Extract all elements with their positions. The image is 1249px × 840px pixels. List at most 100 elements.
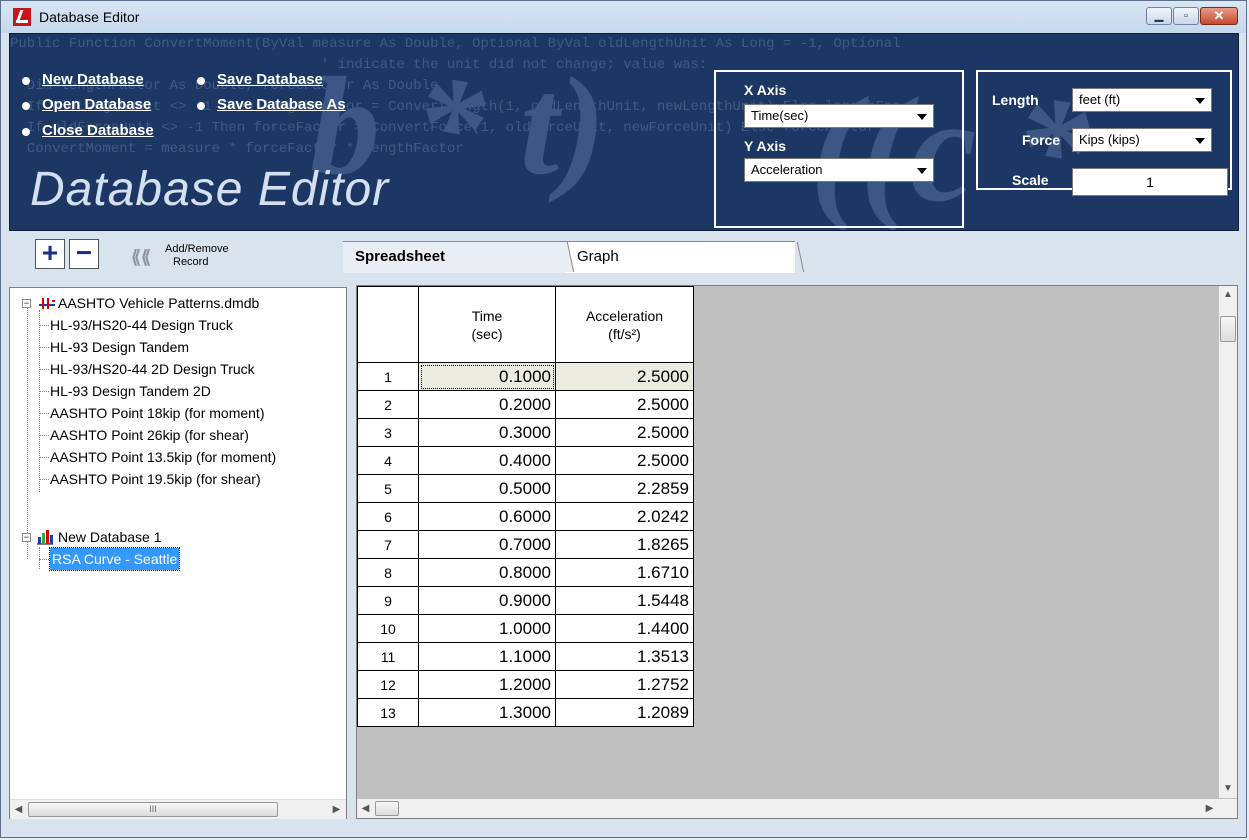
row-header[interactable]: 5 — [357, 474, 419, 503]
open-database-link[interactable]: Open Database — [20, 96, 151, 113]
y-axis-dropdown[interactable]: Acceleration — [744, 158, 934, 182]
table-row: 7 0.7000 1.8265 — [357, 530, 694, 559]
tree-connector — [39, 435, 49, 436]
tree-horizontal-scrollbar[interactable]: ◀ III ▶ — [10, 799, 346, 819]
scrollbar-thumb[interactable] — [1220, 316, 1236, 342]
scroll-left-icon[interactable]: ◀ — [357, 799, 374, 818]
scroll-right-icon[interactable]: ▶ — [328, 800, 345, 819]
row-header[interactable]: 7 — [357, 530, 419, 559]
tree-item-label: HL-93 Design Tandem 2D — [50, 383, 211, 399]
grid-horizontal-scrollbar[interactable]: ◀ ▶ — [357, 799, 1237, 818]
tree-connector — [39, 369, 49, 370]
collapse-icon: − — [22, 532, 31, 542]
time-cell[interactable]: 0.1000 — [418, 362, 556, 391]
acceleration-cell[interactable]: 2.2859 — [555, 474, 694, 503]
table-row: 2 0.2000 2.5000 — [357, 390, 694, 419]
acceleration-cell[interactable]: 1.5448 — [555, 586, 694, 615]
row-header[interactable]: 4 — [357, 446, 419, 475]
save-database-as-link[interactable]: Save Database As — [195, 96, 346, 113]
row-header[interactable]: 2 — [357, 390, 419, 419]
row-header[interactable]: 3 — [357, 418, 419, 447]
scrollbar-grip: III — [149, 804, 157, 814]
length-unit-dropdown[interactable]: feet (ft) — [1072, 88, 1212, 112]
time-cell[interactable]: 0.9000 — [418, 586, 556, 615]
acceleration-cell[interactable]: 1.3513 — [555, 642, 694, 671]
grid-vertical-scrollbar[interactable]: ▲ ▼ — [1219, 286, 1237, 798]
scroll-right-icon[interactable]: ▶ — [1201, 799, 1218, 818]
acceleration-cell[interactable]: 1.4400 — [555, 614, 694, 643]
database-tree[interactable]: − AASHTO Vehicle Patterns.dmdb HL-93/HS2… — [9, 287, 347, 819]
scrollbar-thumb[interactable]: III — [28, 802, 278, 817]
scale-input[interactable]: 1 — [1072, 168, 1228, 196]
scroll-up-icon[interactable]: ▲ — [1219, 286, 1237, 304]
acceleration-cell[interactable]: 1.2089 — [555, 698, 694, 727]
maximize-button[interactable]: ▫ — [1173, 7, 1199, 25]
new-database-link[interactable]: New Database — [20, 71, 144, 88]
column-header-time[interactable]: Time (sec) — [418, 286, 556, 363]
time-cell[interactable]: 0.5000 — [418, 474, 556, 503]
row-header[interactable]: 12 — [357, 670, 419, 699]
time-cell[interactable]: 0.6000 — [418, 502, 556, 531]
tree-item-aashto-vehicle-patterns[interactable]: − AASHTO Vehicle Patterns.dmdb — [10, 292, 346, 314]
minimize-icon: ▁ — [1154, 10, 1164, 22]
add-remove-label-line: Record — [173, 256, 209, 268]
y-axis-label: Y Axis — [744, 138, 787, 154]
column-header-label: Time — [471, 307, 503, 324]
scroll-down-icon[interactable]: ▼ — [1219, 780, 1237, 798]
tab-spreadsheet[interactable]: Spreadsheet — [343, 241, 565, 273]
corner-cell[interactable] — [357, 286, 419, 363]
time-cell[interactable]: 0.4000 — [418, 446, 556, 475]
header-banner: Public Function ConvertMoment(ByVal meas… — [9, 33, 1239, 231]
time-cell[interactable]: 0.7000 — [418, 530, 556, 559]
scrollbar-thumb[interactable] — [375, 801, 399, 816]
time-cell[interactable]: 0.8000 — [418, 558, 556, 587]
row-header[interactable]: 1 — [357, 362, 419, 391]
time-cell[interactable]: 1.3000 — [418, 698, 556, 727]
table-row: 1 0.1000 2.5000 — [357, 362, 694, 391]
y-axis-selected-value: Acceleration — [751, 162, 823, 177]
remove-record-button[interactable]: − — [69, 239, 99, 269]
tree-connector — [39, 391, 49, 392]
acceleration-cell[interactable]: 2.5000 — [555, 390, 694, 419]
row-header[interactable]: 8 — [357, 558, 419, 587]
row-header[interactable]: 13 — [357, 698, 419, 727]
acceleration-cell[interactable]: 1.2752 — [555, 670, 694, 699]
close-database-link[interactable]: Close Database — [20, 122, 154, 139]
column-header-unit: (sec) — [471, 325, 503, 342]
close-button[interactable]: ✕ — [1200, 7, 1238, 25]
tree-item-label: HL-93 Design Tandem — [50, 339, 190, 355]
tree-item-label: HL-93/HS20-44 Design Truck — [50, 317, 233, 333]
time-cell[interactable]: 0.3000 — [418, 418, 556, 447]
time-cell[interactable]: 1.2000 — [418, 670, 556, 699]
row-header[interactable]: 9 — [357, 586, 419, 615]
time-cell[interactable]: 0.2000 — [418, 390, 556, 419]
minimize-button[interactable]: ▁ — [1146, 7, 1172, 25]
tree-connector — [39, 547, 40, 569]
row-header[interactable]: 10 — [357, 614, 419, 643]
table-row: 11 1.1000 1.3513 — [357, 642, 694, 671]
maximize-icon: ▫ — [1184, 10, 1188, 22]
tree-connector — [39, 413, 49, 414]
acceleration-cell[interactable]: 2.5000 — [555, 362, 694, 391]
x-axis-dropdown[interactable]: Time(sec) — [744, 104, 934, 128]
scroll-left-icon[interactable]: ◀ — [10, 800, 27, 819]
tree-connector — [39, 457, 49, 458]
x-axis-selected-value: Time(sec) — [751, 108, 809, 123]
force-label: Force — [1022, 132, 1061, 148]
acceleration-cell[interactable]: 2.5000 — [555, 418, 694, 447]
time-cell[interactable]: 1.1000 — [418, 642, 556, 671]
add-record-button[interactable]: + — [35, 239, 65, 269]
force-unit-dropdown[interactable]: Kips (kips) — [1072, 128, 1212, 152]
row-header[interactable]: 6 — [357, 502, 419, 531]
acceleration-cell[interactable]: 1.8265 — [555, 530, 694, 559]
save-database-link[interactable]: Save Database — [195, 71, 323, 88]
acceleration-cell[interactable]: 2.0242 — [555, 502, 694, 531]
scale-label: Scale — [1012, 172, 1049, 188]
row-header[interactable]: 11 — [357, 642, 419, 671]
tab-label: Spreadsheet — [355, 248, 446, 265]
column-header-acceleration[interactable]: Acceleration (ft/s²) — [555, 286, 694, 363]
acceleration-cell[interactable]: 2.5000 — [555, 446, 694, 475]
acceleration-cell[interactable]: 1.6710 — [555, 558, 694, 587]
time-cell[interactable]: 1.0000 — [418, 614, 556, 643]
tab-graph[interactable]: Graph — [565, 241, 795, 273]
